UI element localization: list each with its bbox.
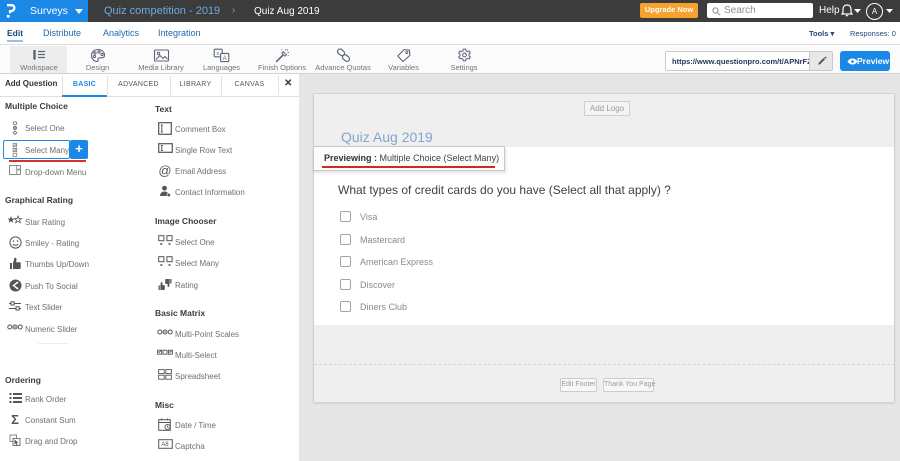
svg-text:x: x — [216, 51, 219, 57]
svg-text:A8: A8 — [161, 442, 169, 448]
svg-text:A: A — [223, 56, 227, 62]
